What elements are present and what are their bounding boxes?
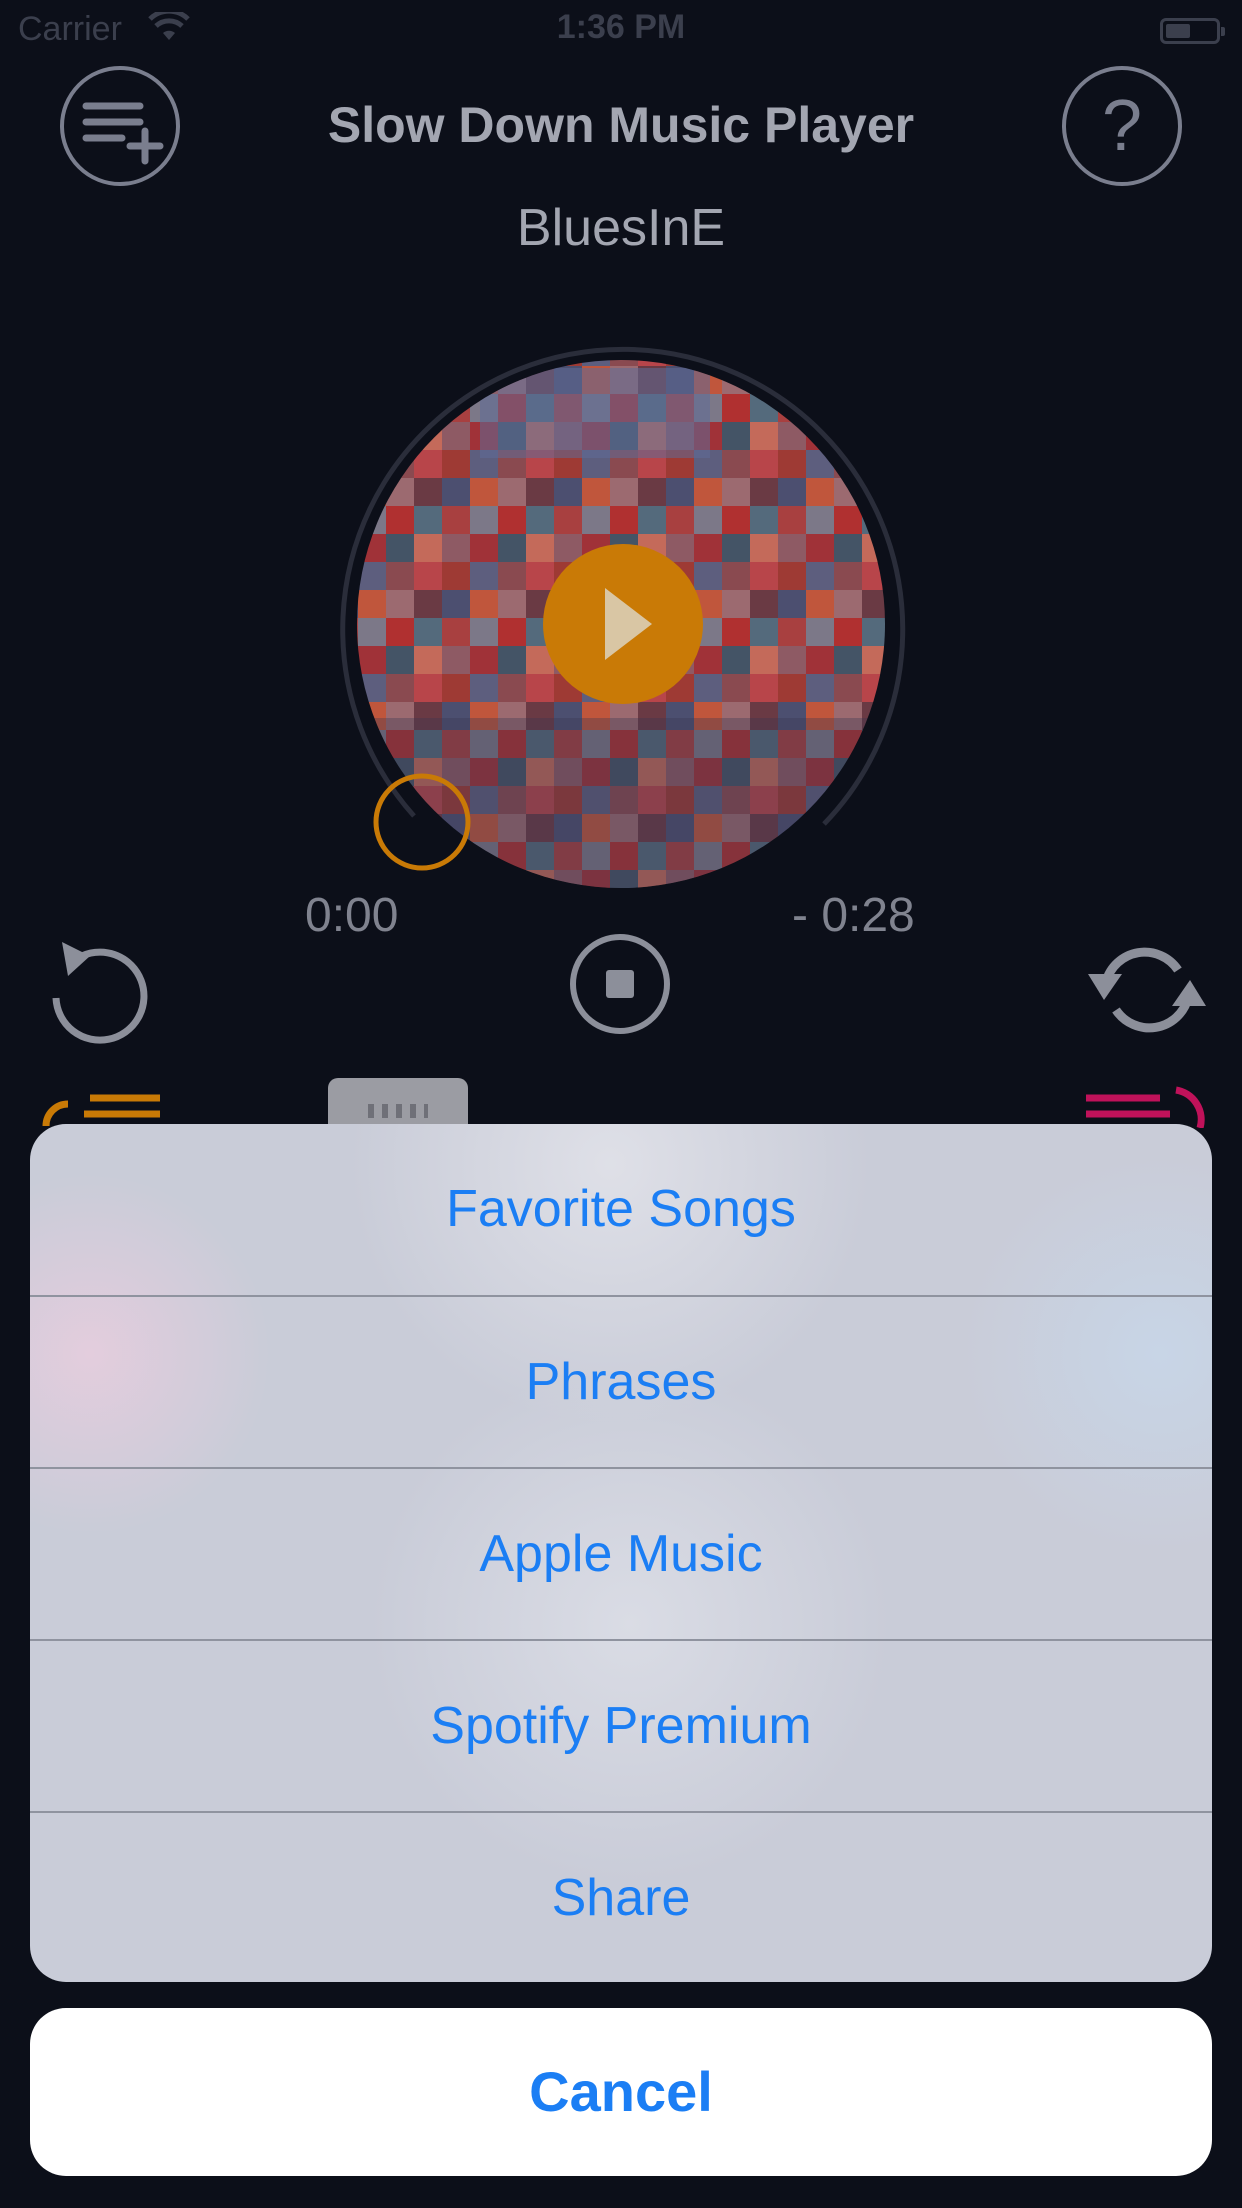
help-button[interactable]: ? [1062, 66, 1182, 186]
elapsed-time: 0:00 [305, 889, 399, 942]
question-mark-icon: ? [1102, 86, 1142, 166]
stop-button[interactable] [568, 932, 672, 1036]
share-option[interactable]: Share [30, 1813, 1212, 1982]
album-disc[interactable] [330, 338, 910, 898]
apple-music-option[interactable]: Apple Music [30, 1469, 1212, 1640]
spotify-premium-option[interactable]: Spotify Premium [30, 1641, 1212, 1812]
cancel-button[interactable]: Cancel [30, 2008, 1212, 2176]
speed-slider-handle[interactable] [328, 1078, 468, 1128]
remaining-time: - 0:28 [792, 889, 915, 942]
clock: 1:36 PM [556, 8, 686, 46]
phrases-option[interactable]: Phrases [30, 1297, 1212, 1468]
battery-icon [1160, 18, 1225, 44]
stop-icon [606, 970, 634, 998]
svg-text:?: ? [1102, 86, 1142, 166]
play-button[interactable] [543, 544, 703, 704]
fast-speed-icon[interactable] [1080, 1084, 1210, 1128]
favorite-songs-option[interactable]: Favorite Songs [30, 1124, 1212, 1295]
rewind-icon [52, 942, 148, 1044]
loop-icon [1101, 947, 1193, 1033]
status-bar: Carrier 1:36 PM [0, 0, 1242, 60]
slow-speed-icon[interactable] [40, 1086, 170, 1126]
app-title: Slow Down Music Player [327, 97, 915, 153]
loop-button[interactable] [1082, 930, 1212, 1050]
action-sheet: Favorite Songs Phrases Apple Music Spoti… [30, 1124, 1212, 1982]
song-title: BluesInE [516, 199, 726, 257]
rewind-button[interactable] [40, 920, 160, 1050]
